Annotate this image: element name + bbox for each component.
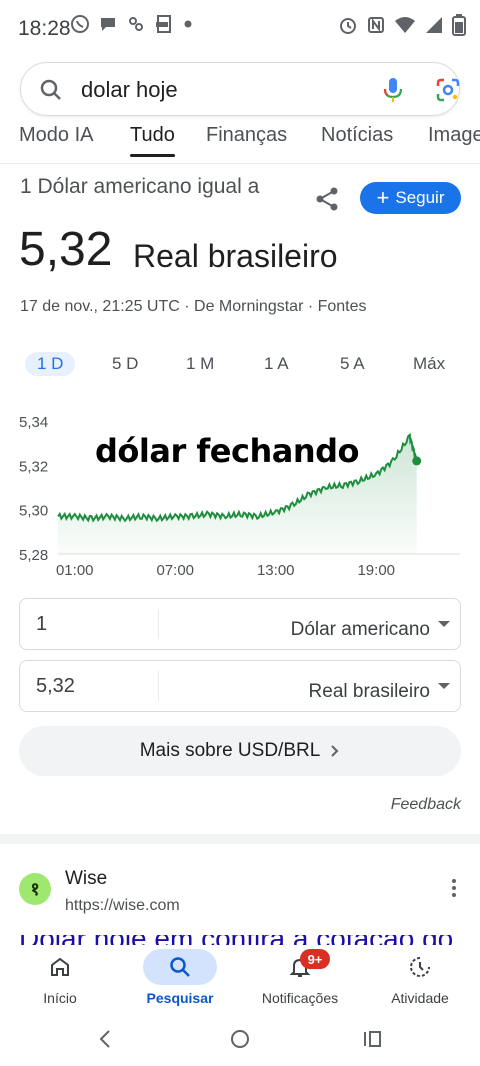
system-icons xyxy=(338,14,466,36)
range-1d[interactable]: 1 D xyxy=(25,352,76,376)
field-divider xyxy=(158,671,159,701)
nav-label: Notificações xyxy=(261,990,339,1006)
field-divider xyxy=(158,609,159,639)
signal-icon xyxy=(426,17,442,33)
system-nav-bar xyxy=(0,1015,480,1066)
wise-logo[interactable]: १ xyxy=(19,873,51,905)
chevron-down-icon xyxy=(438,683,450,689)
to-currency-select[interactable]: Real brasileiro xyxy=(309,681,430,703)
x-tick-label: 13:00 xyxy=(257,562,295,579)
nav-label: Início xyxy=(43,990,77,1006)
tab-noticias[interactable]: Notícias xyxy=(321,124,393,147)
nav-label: Pesquisar xyxy=(146,990,214,1006)
x-tick-label: 19:00 xyxy=(357,562,395,579)
search-tabs: Modo IA Tudo Finanças Notícias Imagens xyxy=(0,118,480,164)
notification-badge: 9+ xyxy=(300,949,330,969)
exchange-rate-value: 5,32 xyxy=(19,223,113,276)
result-url[interactable]: https://wise.com xyxy=(65,897,180,915)
chat-icon xyxy=(101,18,115,31)
whatsapp-icon xyxy=(71,15,89,33)
recents-icon[interactable] xyxy=(362,1028,384,1050)
home-circle-icon[interactable] xyxy=(229,1028,251,1050)
nav-pesquisar[interactable]: Pesquisar xyxy=(120,945,240,1006)
link-icon xyxy=(129,17,143,31)
nav-inicio[interactable]: Início xyxy=(0,945,120,1006)
range-max[interactable]: Máx xyxy=(413,354,445,374)
activity-icon xyxy=(410,957,430,977)
more-button-label: Mais sobre USD/BRL xyxy=(139,740,321,761)
nav-atividade[interactable]: Atividade xyxy=(360,945,480,1006)
tab-imagens[interactable]: Imagens xyxy=(428,124,480,147)
to-amount-input[interactable]: 5,32 xyxy=(36,675,75,698)
rate-meta: 17 de nov., 21:25 UTC · De Morningstar ·… xyxy=(20,298,367,315)
share-icon[interactable] xyxy=(314,186,340,212)
y-tick-label: 5,28 xyxy=(19,547,48,564)
alarm-icon xyxy=(340,18,356,34)
search-bar[interactable]: dolar hoje xyxy=(20,62,460,116)
feedback-link[interactable]: Feedback xyxy=(391,796,461,814)
pdf-icon xyxy=(156,15,171,33)
chevron-right-icon xyxy=(331,745,339,757)
last-point xyxy=(412,456,422,466)
from-currency-select[interactable]: Dólar americano xyxy=(291,619,430,641)
converter-title: 1 Dólar americano igual a xyxy=(20,175,260,198)
x-tick-label: 07:00 xyxy=(156,562,194,579)
search-icon xyxy=(170,957,190,977)
search-input[interactable]: dolar hoje xyxy=(81,77,178,103)
more-usd-brl-button[interactable]: Mais sobre USD/BRL xyxy=(19,726,461,776)
section-separator xyxy=(0,834,480,844)
y-tick-label: 5,30 xyxy=(19,503,48,520)
overlay-caption: dólar fechando xyxy=(95,432,360,470)
tab-modo-ia[interactable]: Modo IA xyxy=(19,124,93,147)
lens-icon[interactable] xyxy=(435,77,461,103)
range-1a[interactable]: 1 A xyxy=(264,354,289,374)
range-1m[interactable]: 1 M xyxy=(186,354,214,374)
from-amount-input[interactable]: 1 xyxy=(36,613,47,636)
range-5d[interactable]: 5 D xyxy=(112,354,138,374)
back-icon[interactable] xyxy=(96,1028,114,1050)
from-currency-field: 1 Dólar americano xyxy=(19,598,461,650)
plus-icon: + xyxy=(376,185,390,210)
mic-icon[interactable] xyxy=(381,76,405,104)
nav-label: Atividade xyxy=(391,990,449,1006)
wifi-icon xyxy=(395,17,415,33)
search-icon xyxy=(40,79,61,100)
x-tick-label: 01:00 xyxy=(56,562,94,579)
home-icon xyxy=(51,957,69,976)
range-5a[interactable]: 5 A xyxy=(340,354,365,374)
tab-financas[interactable]: Finanças xyxy=(206,124,287,147)
status-bar: 18:28 xyxy=(0,0,480,58)
exchange-rate-unit: Real brasileiro xyxy=(133,238,338,274)
chevron-down-icon xyxy=(438,621,450,627)
status-time: 18:28 xyxy=(18,17,71,40)
follow-button[interactable]: + Seguir xyxy=(360,182,461,214)
tab-tudo[interactable]: Tudo xyxy=(130,124,175,157)
result-site-name[interactable]: Wise xyxy=(65,868,107,890)
y-tick-label: 5,32 xyxy=(19,458,48,475)
to-currency-field: 5,32 Real brasileiro xyxy=(19,660,461,712)
notification-icons xyxy=(70,14,194,34)
battery-icon xyxy=(452,14,466,36)
y-tick-label: 5,34 xyxy=(19,414,48,431)
bottom-nav: Início Pesquisar Notificações Atividade … xyxy=(0,945,480,1015)
nfc-icon xyxy=(368,17,384,33)
follow-label: Seguir xyxy=(395,188,445,207)
dot-icon xyxy=(184,20,192,28)
more-options-icon[interactable] xyxy=(450,878,458,898)
